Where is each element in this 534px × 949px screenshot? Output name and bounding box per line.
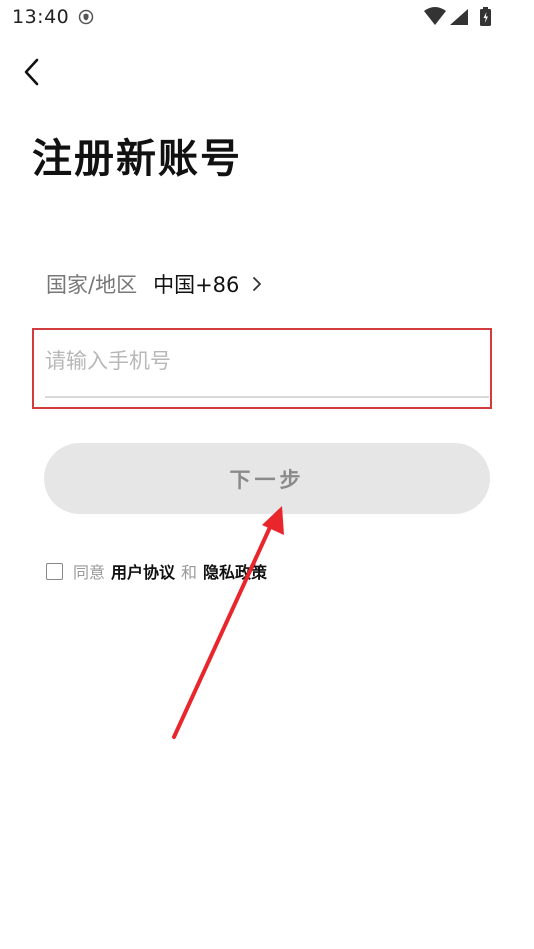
region-row: 国家/地区 中国+86 xyxy=(46,268,263,300)
agreement-checkbox[interactable] xyxy=(46,562,63,580)
status-icons xyxy=(424,7,491,26)
user-agreement-link[interactable]: 用户协议 xyxy=(111,559,175,583)
wifi-icon xyxy=(424,7,446,25)
next-button[interactable]: 下一步 xyxy=(44,443,490,514)
chevron-right-icon xyxy=(251,276,263,292)
phone-input[interactable] xyxy=(45,338,489,384)
annotation-arrow xyxy=(172,506,284,739)
phone-input-underline xyxy=(45,396,489,398)
status-bar: 13:40 xyxy=(0,0,534,36)
agreement-row: 同意 用户协议 和 隐私政策 xyxy=(46,559,273,583)
battery-icon xyxy=(480,7,491,26)
agreement-conjunction: 和 xyxy=(181,563,198,582)
region-value: 中国+86 xyxy=(153,273,240,297)
agreement-prefix: 同意 xyxy=(73,563,106,582)
region-label: 国家/地区 xyxy=(46,273,138,297)
signal-icon xyxy=(450,9,468,25)
privacy-policy-link[interactable]: 隐私政策 xyxy=(203,559,267,583)
page-title: 注册新账号 xyxy=(32,136,242,182)
region-selector[interactable]: 中国+86 xyxy=(153,269,263,299)
shield-icon xyxy=(78,9,94,25)
chevron-left-icon xyxy=(24,58,39,86)
back-button[interactable] xyxy=(14,54,50,90)
status-time: 13:40 xyxy=(12,6,70,28)
